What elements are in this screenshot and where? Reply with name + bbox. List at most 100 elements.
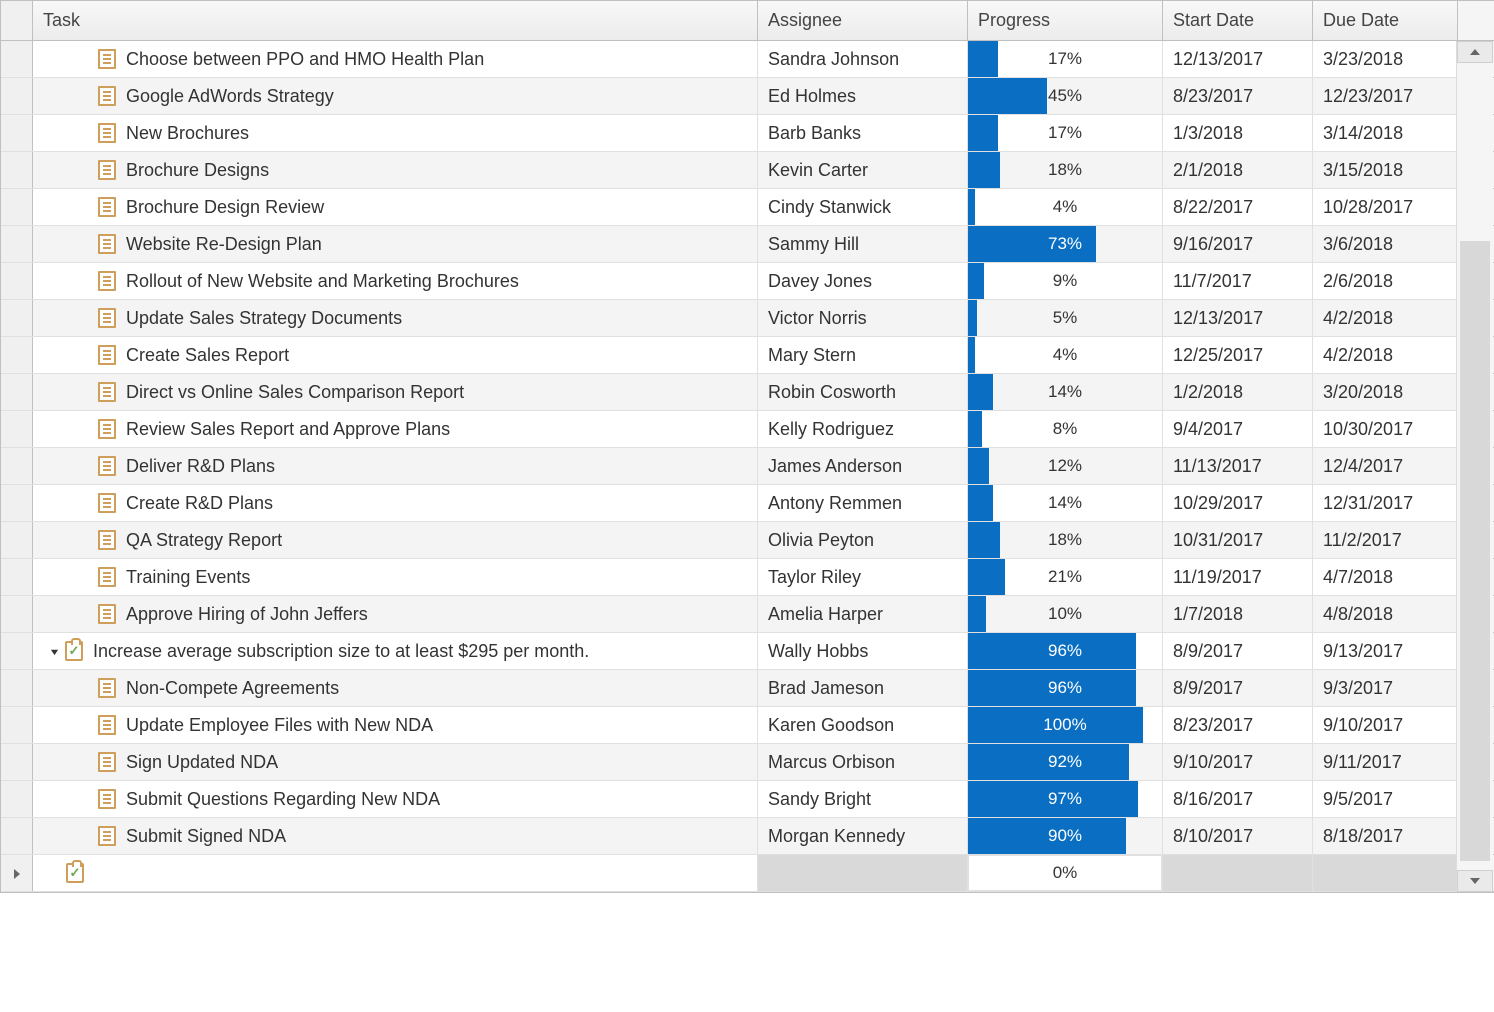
due-date-cell[interactable]: 3/20/2018 (1313, 374, 1458, 410)
new-task-cell[interactable] (33, 855, 758, 891)
task-cell[interactable]: Submit Questions Regarding New NDA (33, 781, 758, 817)
assignee-cell[interactable]: Barb Banks (758, 115, 968, 151)
task-cell[interactable]: Submit Signed NDA (33, 818, 758, 854)
progress-cell[interactable]: 17% (968, 115, 1163, 151)
due-date-cell[interactable]: 11/2/2017 (1313, 522, 1458, 558)
assignee-cell[interactable]: Robin Cosworth (758, 374, 968, 410)
start-date-cell[interactable]: 10/29/2017 (1163, 485, 1313, 521)
expand-toggle-icon[interactable] (47, 647, 61, 656)
start-date-cell[interactable]: 1/3/2018 (1163, 115, 1313, 151)
task-cell[interactable]: Increase average subscription size to at… (33, 633, 758, 669)
due-date-cell[interactable]: 12/23/2017 (1313, 78, 1458, 114)
assignee-cell[interactable]: Sandy Bright (758, 781, 968, 817)
start-date-cell[interactable]: 8/16/2017 (1163, 781, 1313, 817)
start-date-cell[interactable]: 11/19/2017 (1163, 559, 1313, 595)
scroll-thumb[interactable] (1460, 241, 1490, 861)
table-row[interactable]: Submit Questions Regarding New NDASandy … (1, 781, 1493, 818)
progress-cell[interactable]: 45% (968, 78, 1163, 114)
task-cell[interactable]: Direct vs Online Sales Comparison Report (33, 374, 758, 410)
start-date-cell[interactable]: 12/13/2017 (1163, 41, 1313, 77)
due-date-cell[interactable]: 3/23/2018 (1313, 41, 1458, 77)
task-cell[interactable]: Create Sales Report (33, 337, 758, 373)
task-cell[interactable]: Brochure Design Review (33, 189, 758, 225)
start-date-cell[interactable]: 8/9/2017 (1163, 633, 1313, 669)
assignee-cell[interactable]: James Anderson (758, 448, 968, 484)
due-date-cell[interactable]: 12/4/2017 (1313, 448, 1458, 484)
task-cell[interactable]: Non-Compete Agreements (33, 670, 758, 706)
progress-cell[interactable]: 9% (968, 263, 1163, 299)
task-cell[interactable]: Rollout of New Website and Marketing Bro… (33, 263, 758, 299)
task-cell[interactable]: Choose between PPO and HMO Health Plan (33, 41, 758, 77)
progress-cell[interactable]: 18% (968, 522, 1163, 558)
new-progress-cell[interactable]: 0% (968, 855, 1163, 891)
task-cell[interactable]: Training Events (33, 559, 758, 595)
progress-cell[interactable]: 17% (968, 41, 1163, 77)
due-date-cell[interactable]: 8/18/2017 (1313, 818, 1458, 854)
progress-cell[interactable]: 12% (968, 448, 1163, 484)
start-date-cell[interactable]: 9/16/2017 (1163, 226, 1313, 262)
table-row[interactable]: Submit Signed NDAMorgan Kennedy90%8/10/2… (1, 818, 1493, 855)
due-date-cell[interactable]: 4/2/2018 (1313, 300, 1458, 336)
table-row[interactable]: Training EventsTaylor Riley21%11/19/2017… (1, 559, 1493, 596)
due-date-cell[interactable]: 9/13/2017 (1313, 633, 1458, 669)
assignee-cell[interactable]: Sammy Hill (758, 226, 968, 262)
progress-cell[interactable]: 5% (968, 300, 1163, 336)
table-row[interactable]: Review Sales Report and Approve PlansKel… (1, 411, 1493, 448)
progress-cell[interactable]: 97% (968, 781, 1163, 817)
assignee-cell[interactable]: Morgan Kennedy (758, 818, 968, 854)
progress-cell[interactable]: 21% (968, 559, 1163, 595)
task-cell[interactable]: Brochure Designs (33, 152, 758, 188)
task-cell[interactable]: Sign Updated NDA (33, 744, 758, 780)
table-row[interactable]: Brochure DesignsKevin Carter18%2/1/20183… (1, 152, 1493, 189)
assignee-cell[interactable]: Taylor Riley (758, 559, 968, 595)
vertical-scrollbar[interactable] (1456, 41, 1493, 892)
table-row[interactable]: Create Sales ReportMary Stern4%12/25/201… (1, 337, 1493, 374)
table-row[interactable]: Brochure Design ReviewCindy Stanwick4%8/… (1, 189, 1493, 226)
due-date-cell[interactable]: 3/6/2018 (1313, 226, 1458, 262)
assignee-cell[interactable]: Wally Hobbs (758, 633, 968, 669)
table-row[interactable]: Direct vs Online Sales Comparison Report… (1, 374, 1493, 411)
assignee-cell[interactable]: Marcus Orbison (758, 744, 968, 780)
header-start-date[interactable]: Start Date (1163, 1, 1313, 40)
assignee-cell[interactable]: Davey Jones (758, 263, 968, 299)
task-cell[interactable]: QA Strategy Report (33, 522, 758, 558)
table-row[interactable]: Choose between PPO and HMO Health PlanSa… (1, 41, 1493, 78)
start-date-cell[interactable]: 8/23/2017 (1163, 707, 1313, 743)
due-date-cell[interactable]: 9/10/2017 (1313, 707, 1458, 743)
due-date-cell[interactable]: 3/14/2018 (1313, 115, 1458, 151)
start-date-cell[interactable]: 2/1/2018 (1163, 152, 1313, 188)
task-cell[interactable]: Create R&D Plans (33, 485, 758, 521)
start-date-cell[interactable]: 12/13/2017 (1163, 300, 1313, 336)
start-date-cell[interactable]: 8/22/2017 (1163, 189, 1313, 225)
start-date-cell[interactable]: 10/31/2017 (1163, 522, 1313, 558)
assignee-cell[interactable]: Amelia Harper (758, 596, 968, 632)
due-date-cell[interactable]: 10/28/2017 (1313, 189, 1458, 225)
header-assignee[interactable]: Assignee (758, 1, 968, 40)
table-row[interactable]: Create R&D PlansAntony Remmen14%10/29/20… (1, 485, 1493, 522)
due-date-cell[interactable]: 12/31/2017 (1313, 485, 1458, 521)
task-cell[interactable]: Approve Hiring of John Jeffers (33, 596, 758, 632)
progress-cell[interactable]: 14% (968, 374, 1163, 410)
progress-cell[interactable]: 10% (968, 596, 1163, 632)
header-progress[interactable]: Progress (968, 1, 1163, 40)
table-row[interactable]: Approve Hiring of John JeffersAmelia Har… (1, 596, 1493, 633)
table-row[interactable]: Rollout of New Website and Marketing Bro… (1, 263, 1493, 300)
assignee-cell[interactable]: Cindy Stanwick (758, 189, 968, 225)
table-row[interactable]: Deliver R&D PlansJames Anderson12%11/13/… (1, 448, 1493, 485)
assignee-cell[interactable]: Ed Holmes (758, 78, 968, 114)
new-start-date-cell[interactable] (1163, 855, 1313, 891)
due-date-cell[interactable]: 4/7/2018 (1313, 559, 1458, 595)
progress-cell[interactable]: 100% (968, 707, 1163, 743)
task-cell[interactable]: Google AdWords Strategy (33, 78, 758, 114)
table-row[interactable]: QA Strategy ReportOlivia Peyton18%10/31/… (1, 522, 1493, 559)
due-date-cell[interactable]: 10/30/2017 (1313, 411, 1458, 447)
progress-cell[interactable]: 96% (968, 670, 1163, 706)
new-due-date-cell[interactable] (1313, 855, 1458, 891)
start-date-cell[interactable]: 8/10/2017 (1163, 818, 1313, 854)
assignee-cell[interactable]: Victor Norris (758, 300, 968, 336)
table-row[interactable]: Non-Compete AgreementsBrad Jameson96%8/9… (1, 670, 1493, 707)
scroll-up-button[interactable] (1457, 41, 1493, 63)
table-row[interactable]: Increase average subscription size to at… (1, 633, 1493, 670)
assignee-cell[interactable]: Antony Remmen (758, 485, 968, 521)
task-cell[interactable]: Update Employee Files with New NDA (33, 707, 758, 743)
